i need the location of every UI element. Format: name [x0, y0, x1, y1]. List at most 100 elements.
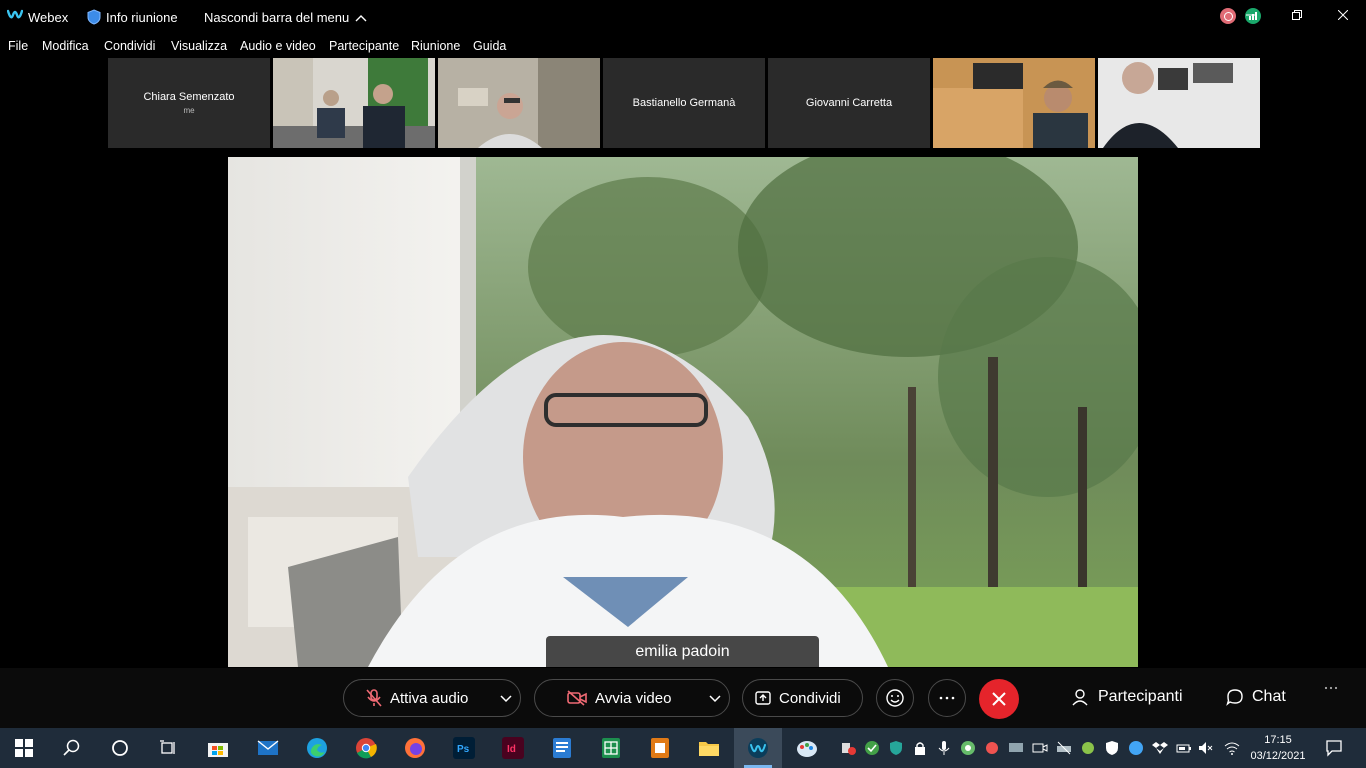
- person-icon: [1072, 689, 1088, 706]
- clock-time: 17:15: [1264, 734, 1292, 746]
- shield-icon[interactable]: [87, 9, 101, 30]
- document-app-icon[interactable]: [550, 736, 574, 760]
- menu-condividi[interactable]: Condividi: [104, 39, 155, 53]
- participant-name: Chiara Semenzato: [143, 91, 235, 103]
- participant-video: [438, 58, 600, 148]
- restore-icon: [1292, 10, 1302, 20]
- indesign-icon[interactable]: Id: [501, 736, 525, 760]
- close-icon: [992, 692, 1006, 706]
- photoshop-icon[interactable]: Ps: [452, 736, 476, 760]
- clock-date: 03/12/2021: [1250, 750, 1306, 762]
- participant-video: [933, 58, 1095, 148]
- close-icon: [1338, 10, 1348, 20]
- tray-camera-icon[interactable]: [1032, 740, 1048, 756]
- chevron-up-icon: [355, 14, 367, 21]
- restore-button[interactable]: [1274, 0, 1320, 30]
- hide-menu-label: Nascondi barra del menu: [204, 10, 350, 25]
- menu-file[interactable]: File: [8, 39, 28, 53]
- chrome-icon[interactable]: [354, 736, 378, 760]
- system-clock[interactable]: 17:15 03/12/2021: [1248, 732, 1308, 764]
- participant-strip: Chiara Semenzato me Bastianello Germanà …: [108, 58, 1260, 148]
- active-speaker-video[interactable]: [228, 157, 1138, 667]
- chat-button[interactable]: Chat: [1226, 688, 1286, 706]
- tray-lock-icon[interactable]: [912, 740, 928, 756]
- share-button[interactable]: Condividi: [742, 679, 863, 717]
- volume-muted-icon[interactable]: [1198, 740, 1214, 756]
- tray-app-icon[interactable]: [840, 740, 856, 756]
- hide-menu-bar-button[interactable]: Nascondi barra del menu: [204, 10, 367, 25]
- tray-security-icon[interactable]: [1104, 740, 1120, 756]
- participant-video-tile[interactable]: [1098, 58, 1260, 148]
- mic-muted-icon: [366, 689, 382, 707]
- reactions-button[interactable]: [876, 679, 914, 717]
- svg-text:Id: Id: [507, 744, 516, 755]
- participant-name: Bastianello Germanà: [632, 97, 736, 109]
- more-horizontal-icon: [939, 696, 955, 700]
- firefox-icon[interactable]: [403, 736, 427, 760]
- file-explorer-icon[interactable]: [697, 736, 721, 760]
- svg-text:Ps: Ps: [457, 744, 470, 755]
- chat-label: Chat: [1252, 688, 1286, 705]
- more-horizontal-icon: [1324, 686, 1338, 690]
- chevron-down-icon[interactable]: [500, 690, 512, 706]
- spreadsheet-app-icon[interactable]: [599, 736, 623, 760]
- chat-bubble-icon: [1226, 689, 1243, 706]
- menu-visualizza[interactable]: Visualizza: [171, 39, 227, 53]
- participant-video: [273, 58, 435, 148]
- participant-video-tile[interactable]: [933, 58, 1095, 148]
- tray-shield-icon[interactable]: [888, 740, 904, 756]
- windows-start-icon[interactable]: [12, 736, 36, 760]
- paint-app-icon[interactable]: [795, 736, 819, 760]
- leave-meeting-button[interactable]: [979, 679, 1019, 719]
- unmute-audio-label: Attiva audio: [390, 689, 469, 707]
- battery-icon[interactable]: [1176, 740, 1192, 756]
- meeting-controls-bar: Attiva audio Avvia video Condividi Parte…: [0, 668, 1366, 728]
- participant-video-tile[interactable]: [273, 58, 435, 148]
- tray-globe-icon[interactable]: [1128, 740, 1144, 756]
- minimize-button[interactable]: [1228, 0, 1274, 30]
- notifications-icon[interactable]: [1325, 739, 1343, 757]
- menu-partecipante[interactable]: Partecipante: [329, 39, 399, 53]
- minimize-icon: [1246, 14, 1256, 16]
- tray-sync-icon[interactable]: [1080, 740, 1096, 756]
- unmute-audio-button[interactable]: Attiva audio: [343, 679, 521, 717]
- tray-microphone-icon[interactable]: [936, 740, 952, 756]
- task-view-icon[interactable]: [156, 736, 180, 760]
- tray-check-icon[interactable]: [864, 740, 880, 756]
- menu-modifica[interactable]: Modifica: [42, 39, 89, 53]
- tray-display-icon[interactable]: [1008, 740, 1024, 756]
- dropbox-icon[interactable]: [1152, 740, 1168, 756]
- tray-tool-icon[interactable]: [984, 740, 1000, 756]
- participants-button[interactable]: Partecipanti: [1072, 688, 1183, 706]
- participant-video-tile[interactable]: [438, 58, 600, 148]
- participant-tile[interactable]: Giovanni Carretta: [768, 58, 930, 148]
- video-off-icon: [567, 690, 587, 706]
- close-button[interactable]: [1320, 0, 1366, 30]
- meeting-info-button[interactable]: Info riunione: [106, 10, 178, 25]
- chevron-down-icon[interactable]: [709, 690, 721, 706]
- tray-network-drive-icon[interactable]: [1056, 740, 1072, 756]
- search-icon[interactable]: [60, 736, 84, 760]
- webex-app-icon[interactable]: [746, 736, 770, 760]
- tray-network-app-icon[interactable]: [960, 740, 976, 756]
- windows-taskbar: Ps Id 17:15 03/12/2021: [0, 728, 1366, 768]
- presentation-app-icon[interactable]: [648, 736, 672, 760]
- menu-guida[interactable]: Guida: [473, 39, 506, 53]
- edge-browser-icon[interactable]: [305, 736, 329, 760]
- menu-audio-video[interactable]: Audio e video: [240, 39, 316, 53]
- panel-overflow-button[interactable]: [1324, 686, 1338, 690]
- cortana-icon[interactable]: [108, 736, 132, 760]
- start-video-button[interactable]: Avvia video: [534, 679, 730, 717]
- participant-tile[interactable]: Bastianello Germanà: [603, 58, 765, 148]
- participant-tile[interactable]: Chiara Semenzato me: [108, 58, 270, 148]
- mail-icon[interactable]: [256, 736, 280, 760]
- store-icon[interactable]: [206, 736, 230, 760]
- wifi-icon[interactable]: [1224, 740, 1240, 756]
- menu-bar: File Modifica Condividi Visualizza Audio…: [0, 36, 1366, 56]
- title-bar: Webex Info riunione Nascondi barra del m…: [0, 0, 1366, 34]
- participant-video: [1098, 58, 1260, 148]
- menu-riunione[interactable]: Riunione: [411, 39, 460, 53]
- participants-label: Partecipanti: [1098, 688, 1183, 705]
- participant-name: Giovanni Carretta: [805, 97, 893, 109]
- more-options-button[interactable]: [928, 679, 966, 717]
